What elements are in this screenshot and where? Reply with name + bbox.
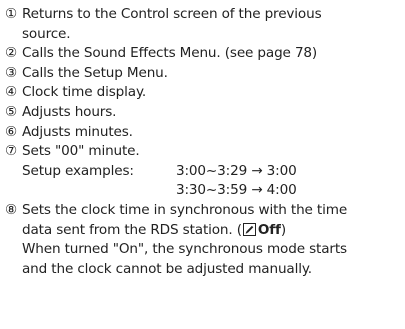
list-item-4: ④ Clock time display. xyxy=(5,83,399,103)
item-number: ⑧ xyxy=(5,201,18,218)
item-number: ⑦ xyxy=(5,143,18,160)
list-item-5: ⑤ Adjusts hours. xyxy=(5,103,399,123)
item-number: ② xyxy=(5,45,18,62)
item-text: and the clock cannot be adjusted manuall… xyxy=(22,260,312,277)
example-row-1: Setup examples: 3:00~3:29 → 3:00 xyxy=(22,162,399,182)
item-text: Calls the Sound Effects Menu. (see page … xyxy=(22,45,318,62)
list-item-8: ⑧ Sets the clock time in synchronous wit… xyxy=(5,201,399,279)
item-text: When turned "On", the synchronous mode s… xyxy=(22,241,347,258)
default-close: ) xyxy=(280,221,286,238)
list-item-1: ① Returns to the Control screen of the p… xyxy=(5,5,399,44)
item-text: Adjusts minutes. xyxy=(22,123,133,140)
pen-icon xyxy=(242,222,256,236)
item-text: Sets the clock time in synchronous with … xyxy=(22,201,348,218)
item-text: Clock time display. xyxy=(22,84,147,101)
example-row-2: 3:30~3:59 → 4:00 xyxy=(22,181,399,201)
list-item-3: ③ Calls the Setup Menu. xyxy=(5,64,399,84)
default-value: Off xyxy=(257,221,281,238)
example-value: 3:30~3:59 → 4:00 xyxy=(176,182,297,199)
item-number: ⑥ xyxy=(5,123,18,140)
item-number: ① xyxy=(5,6,18,22)
example-indent xyxy=(22,181,176,201)
item-text: Sets "00" minute. xyxy=(22,143,140,160)
manual-page: ① Returns to the Control screen of the p… xyxy=(0,0,405,329)
item-text: source. xyxy=(22,25,71,42)
item-text-with-default: data sent from the RDS station. ( Off) xyxy=(22,221,399,241)
example-value: 3:00~3:29 → 3:00 xyxy=(176,162,297,179)
item-text: Calls the Setup Menu. xyxy=(22,64,168,81)
example-label: Setup examples: xyxy=(22,162,134,179)
item-number: ⑤ xyxy=(5,103,18,120)
list-item-7: ⑦ Sets "00" minute. Setup examples: 3:00… xyxy=(5,142,399,201)
list-item-6: ⑥ Adjusts minutes. xyxy=(5,123,399,143)
item-text: Returns to the Control screen of the pre… xyxy=(22,6,322,22)
item-text: Adjusts hours. xyxy=(22,103,117,120)
item-number: ④ xyxy=(5,84,18,101)
item-text: data sent from the RDS station. ( xyxy=(22,221,242,238)
list-item-2: ② Calls the Sound Effects Menu. (see pag… xyxy=(5,44,399,64)
item-number: ③ xyxy=(5,64,18,81)
